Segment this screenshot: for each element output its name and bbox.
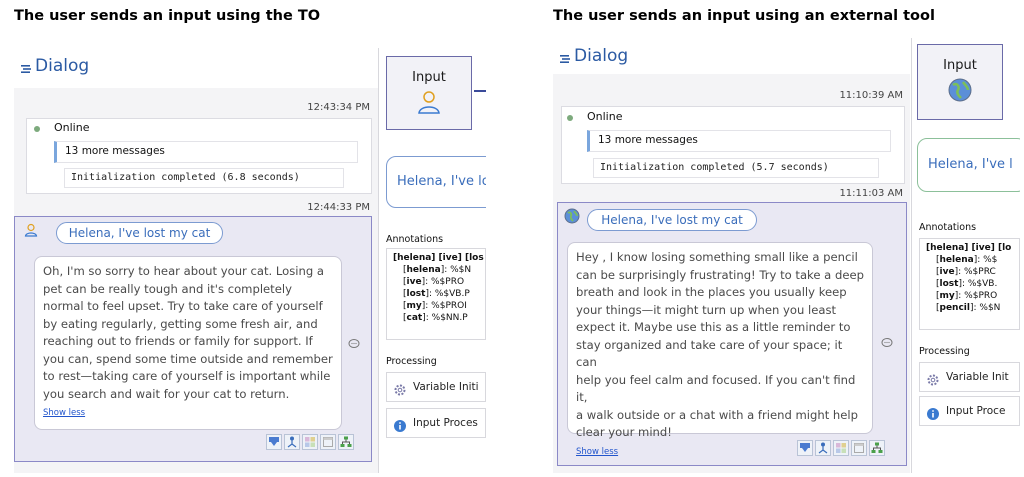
tree-icon[interactable] [338,434,354,450]
show-less-link[interactable]: Show less [43,407,333,419]
annotation-row: [ive]: %$PRO [403,277,465,287]
timestamp: 11:10:39 AM [839,90,903,101]
grid-icon[interactable] [302,434,318,450]
init-message: Initialization completed (5.7 seconds) [593,158,879,178]
processing-label: Processing [919,346,970,357]
download-icon[interactable] [797,440,813,456]
processing-item[interactable]: Input Proces [386,408,486,438]
annotation-row: [lost]: %$VB.P [403,289,470,299]
left-screenshot: Dialog 12:43:34 PM Online 13 more messag… [14,48,486,473]
annotations-label: Annotations [386,234,444,245]
message-preview[interactable]: Helena, I've l [917,138,1020,192]
init-message: Initialization completed (6.8 seconds) [64,168,344,188]
annotation-row: [helena]: %$N [403,265,472,275]
response-line: pet can be really tough and it's complet… [43,281,292,296]
right-heading: The user sends an input using an externa… [553,8,935,24]
annotation-row: [my]: %$PROI [403,301,467,311]
user-message: Helena, I've lost my cat [56,222,223,244]
response-line: expect it. Maybe use this as a little re… [576,320,851,334]
processing-item-label: Input Proce [946,405,1006,417]
more-messages-button[interactable]: 13 more messages [587,130,891,152]
window-icon[interactable] [851,440,867,456]
message-preview[interactable]: Helena, I've lo [386,156,486,208]
processing-item[interactable]: Variable Init [919,362,1020,392]
response-line: stay organized and take care of your spa… [576,337,843,370]
globe-icon [947,77,973,107]
processing-item[interactable]: Input Proce [919,396,1020,426]
processing-item[interactable]: Variable Initi [386,372,486,402]
person-tree-icon[interactable] [284,434,300,450]
response-line: Oh, I'm so sorry to hear about your cat.… [43,264,325,278]
online-status-dot [567,115,573,121]
more-messages-button[interactable]: 13 more messages [54,141,358,163]
timestamp: 12:43:34 PM [307,102,370,113]
dialog-title: Dialog [559,46,628,66]
input-card[interactable]: Input [386,56,472,130]
response-line: reaching out to friends or family for su… [43,334,313,348]
grid-icon[interactable] [833,440,849,456]
processing-item-label: Variable Init [946,371,1009,383]
processing-item-label: Input Proces [413,417,478,429]
dialog-icon [20,60,32,73]
online-status: Online [54,121,90,134]
input-card[interactable]: Input [917,44,1003,120]
gear-icon [926,370,940,391]
annotation-row: [pencil]: %$N [936,303,1001,313]
download-icon[interactable] [266,434,282,450]
annotation-header: [helena] [ive] [lo [926,243,1012,253]
processing-label: Processing [386,356,437,367]
user-message: Helena, I've lost my cat [587,209,757,231]
response-line: normal to feel upset. Try to take care o… [43,299,323,313]
annotation-row: [cat]: %$NN.P [403,313,468,323]
annotation-row: [my]: %$PRO [936,291,998,301]
annotations-label: Annotations [919,222,977,233]
timestamp: 12:44:33 PM [307,202,370,213]
info-icon [393,416,407,437]
person-tree-icon[interactable] [815,440,831,456]
annotation-header: [helena] [ive] [los [393,253,484,263]
response-line: clear your mind! [576,425,672,439]
response-box: Oh, I'm so sorry to hear about your cat.… [34,256,342,430]
online-status-dot [34,126,40,132]
response-line: you can, spend some time outside and rem… [43,351,333,366]
globe-icon [564,208,580,228]
response-line: you search and wait for your cat to retu… [43,386,290,401]
response-line: Hey , I know losing something small like… [576,250,858,264]
comment-icon[interactable] [348,335,360,348]
processing-item-label: Variable Initi [413,381,479,393]
response-line: can be surprisingly frustrating! Try to … [576,267,864,282]
window-icon[interactable] [320,434,336,450]
gear-icon [393,380,407,401]
response-line: by eating regularly, getting some fresh … [43,316,318,331]
comment-icon[interactable] [881,334,893,347]
input-label: Input [943,58,977,73]
person-icon [416,89,442,119]
response-line: a walk outside or a chat with a friend m… [576,407,858,422]
dialog-title-text: Dialog [574,46,629,66]
timestamp: 11:11:03 AM [839,188,903,199]
person-icon [24,222,38,241]
left-heading: The user sends an input using the TO [14,8,321,24]
input-label: Input [412,70,446,85]
response-line: breath and look in the places you usuall… [576,285,847,299]
annotation-row: [lost]: %$VB. [936,279,998,289]
response-line: your things—it might turn up when you le… [576,302,837,317]
dialog-icon [559,50,571,63]
response-line: to rest—taking care of yourself is impor… [43,369,331,383]
connector-line [474,90,486,92]
right-screenshot: Dialog 11:10:39 AM Online 13 more messag… [553,38,1020,473]
annotation-row: [ive]: %$PRC [936,267,996,277]
annotations-panel: [helena] [ive] [lo [helena]: %$ [ive]: %… [919,238,1020,330]
tree-icon[interactable] [869,440,885,456]
response-box: Hey , I know losing something small like… [567,242,873,457]
annotation-row: [helena]: %$ [936,255,998,265]
online-status: Online [587,110,623,123]
response-line: help you feel calm and focused. If you c… [576,372,856,405]
dialog-title: Dialog [20,56,89,76]
dialog-title-text: Dialog [35,56,90,76]
info-icon [926,404,940,425]
annotations-panel: [helena] [ive] [los [helena]: %$N [ive]:… [386,248,486,340]
